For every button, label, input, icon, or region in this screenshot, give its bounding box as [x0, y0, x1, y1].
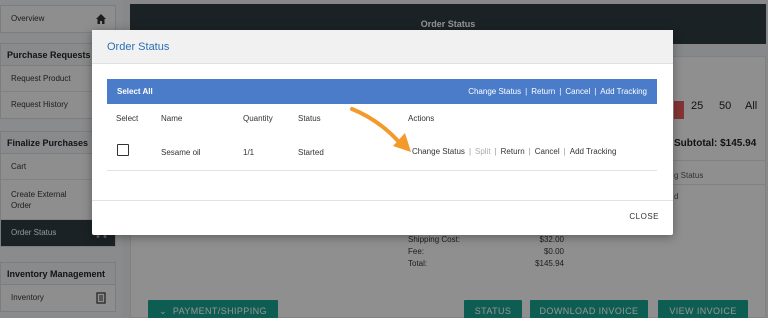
column-header-name: Name — [161, 114, 183, 123]
bulk-return-link[interactable]: Return — [531, 87, 555, 96]
column-header-select: Select — [116, 114, 139, 123]
bulk-add-tracking-link[interactable]: Add Tracking — [600, 87, 647, 96]
dialog-title: Order Status — [92, 30, 673, 64]
bulk-action-bar: Select All Change Status | Return | Cancel | A… — [107, 79, 657, 104]
separator: | — [494, 147, 497, 156]
split-link: Split — [475, 147, 491, 156]
column-header-status: Status — [298, 114, 321, 123]
footer-divider — [92, 200, 673, 201]
return-link[interactable]: Return — [501, 147, 525, 156]
bulk-cancel-link[interactable]: Cancel — [565, 87, 590, 96]
close-button[interactable]: CLOSE — [629, 212, 659, 221]
item-status: Started — [298, 148, 324, 157]
add-tracking-link[interactable]: Add Tracking — [570, 147, 617, 156]
separator: | — [528, 147, 531, 156]
separator: | — [594, 87, 597, 96]
item-quantity: 1/1 — [243, 148, 255, 157]
separator: | — [468, 147, 472, 156]
select-all-link[interactable]: Select All — [117, 79, 153, 104]
row-actions: Change Status | Split | Return | Cancel | Add Tr… — [412, 147, 616, 156]
separator: | — [563, 147, 566, 156]
bulk-actions: Change Status | Return | Cancel | Add Tracking — [468, 79, 647, 104]
annotation-arrow-icon — [350, 107, 411, 152]
row-divider — [107, 170, 657, 171]
separator: | — [559, 87, 562, 96]
bulk-change-status-link[interactable]: Change Status — [468, 87, 521, 96]
item-name: Sesame oil — [161, 148, 201, 157]
cancel-link[interactable]: Cancel — [535, 147, 560, 156]
separator: | — [525, 87, 528, 96]
column-header-quantity: Quantity — [243, 114, 273, 123]
row-select-checkbox[interactable] — [117, 144, 129, 156]
